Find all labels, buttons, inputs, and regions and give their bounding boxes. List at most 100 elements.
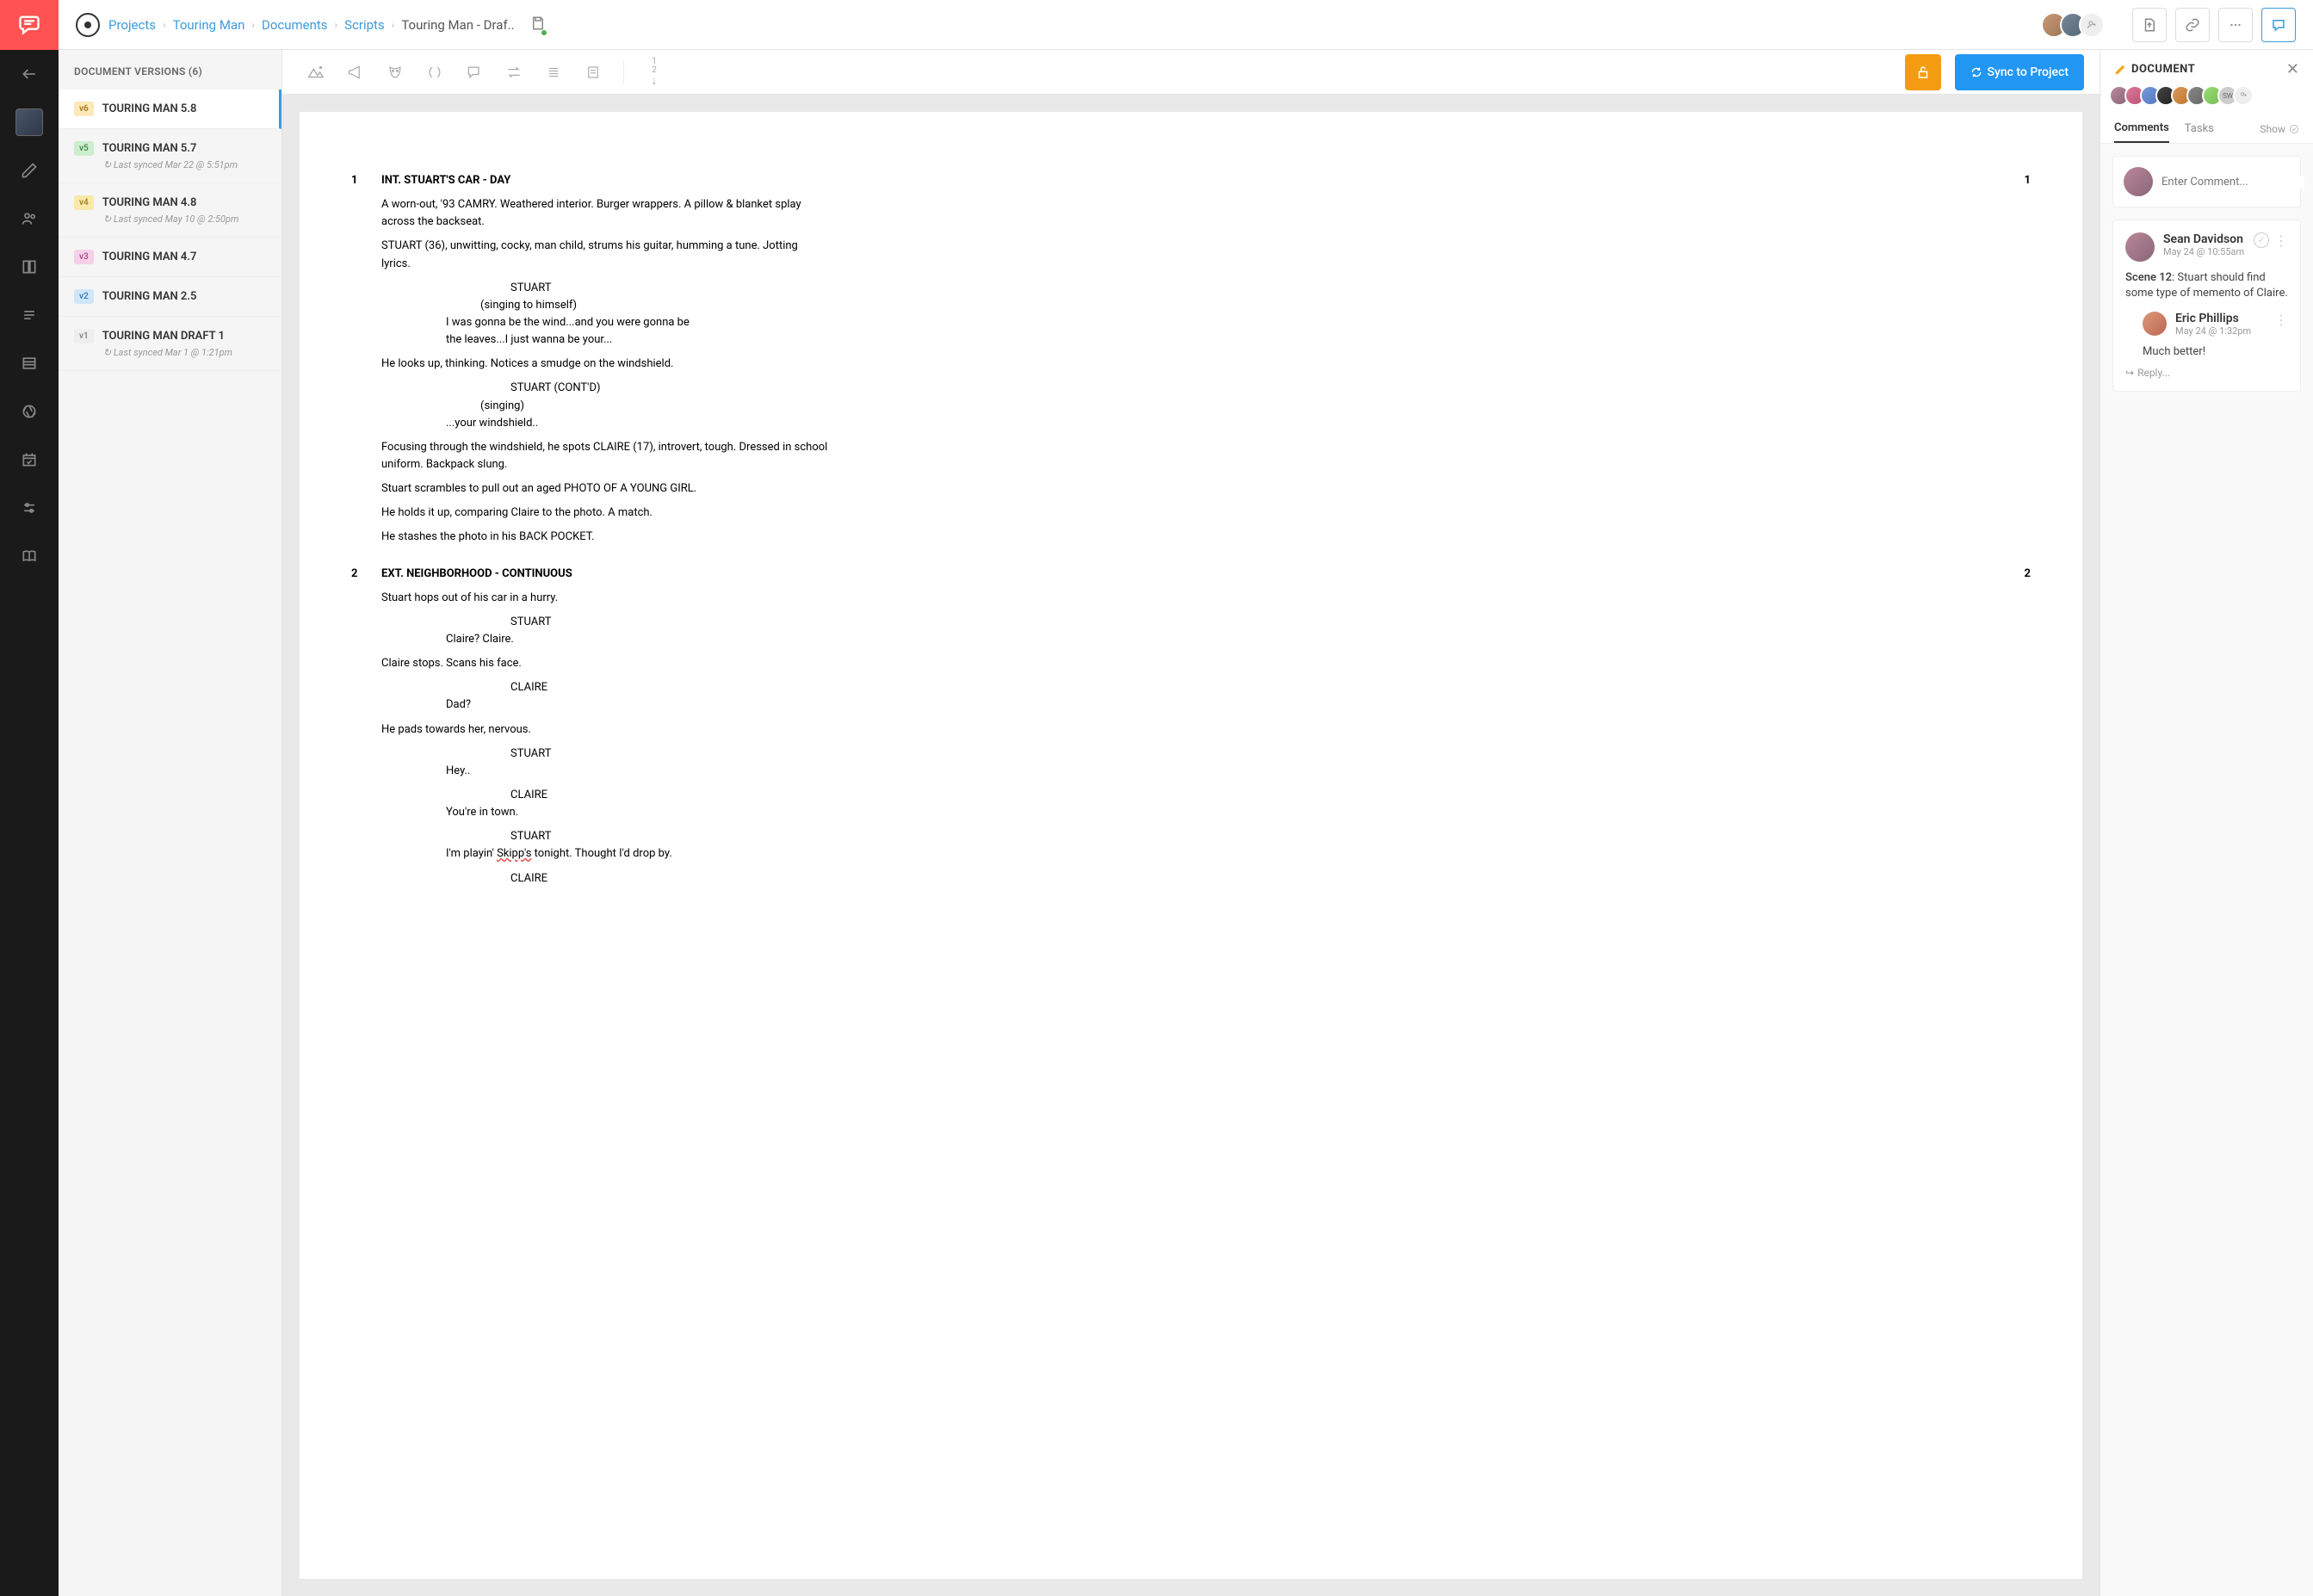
- version-badge: v3: [74, 250, 94, 264]
- scene-heading[interactable]: EXT. NEIGHBORHOOD - CONTINUOUS: [381, 566, 2013, 583]
- script-toolbar: 12 ↓ Sync to Project: [282, 50, 2100, 95]
- script-page[interactable]: 1 INT. STUART'S CAR - DAY 1 A worn-out, …: [300, 112, 2082, 1579]
- tab-tasks[interactable]: Tasks: [2185, 115, 2214, 142]
- version-item[interactable]: v1TOURING MAN DRAFT 1 ↻ Last synced Mar …: [59, 317, 281, 371]
- add-collaborator-icon[interactable]: [2079, 12, 2105, 38]
- team-icon[interactable]: [12, 201, 46, 236]
- comment-field[interactable]: [2161, 176, 2304, 189]
- resolve-icon[interactable]: ✓: [2254, 232, 2269, 248]
- action-text[interactable]: He looks up, thinking. Notices a smudge …: [381, 356, 829, 373]
- version-title: TOURING MAN 4.8: [102, 196, 197, 209]
- comments-panel-button[interactable]: [2261, 8, 2296, 42]
- avatar[interactable]: [2125, 232, 2155, 262]
- mask-icon[interactable]: [377, 57, 413, 88]
- parenthetical[interactable]: (singing to himself): [480, 297, 2031, 314]
- dialogue[interactable]: Dad?: [446, 696, 704, 714]
- note-icon[interactable]: [575, 57, 611, 88]
- megaphone-icon[interactable]: [337, 57, 374, 88]
- avatar: [2124, 167, 2153, 196]
- breadcrumb-scripts[interactable]: Scripts: [344, 17, 385, 33]
- dialogue[interactable]: You're in town.: [446, 804, 704, 821]
- sliders-icon[interactable]: [12, 491, 46, 525]
- close-icon[interactable]: ✕: [2286, 60, 2299, 78]
- pages-icon[interactable]: [12, 250, 46, 284]
- dialogue[interactable]: Hey..: [446, 763, 704, 780]
- panel-collaborators[interactable]: SW: [2100, 85, 2313, 114]
- scene-number: 2: [351, 566, 381, 583]
- save-status-icon[interactable]: [530, 15, 546, 34]
- comment-input[interactable]: [2112, 156, 2301, 207]
- action-text[interactable]: Claire stops. Scans his face.: [381, 655, 829, 672]
- breadcrumb-documents[interactable]: Documents: [262, 17, 328, 33]
- reply-author: Eric Phillips: [2175, 312, 2274, 325]
- character-name[interactable]: STUART: [510, 614, 2031, 631]
- link-button[interactable]: [2175, 8, 2210, 42]
- dialogue[interactable]: I'm playin' Skipp's tonight. Thought I'd…: [446, 845, 704, 863]
- action-text[interactable]: Stuart scrambles to pull out an aged PHO…: [381, 480, 829, 498]
- more-button[interactable]: [2218, 8, 2253, 42]
- more-icon[interactable]: ⋮: [2274, 232, 2288, 249]
- action-text[interactable]: Stuart hops out of his car in a hurry.: [381, 590, 829, 607]
- numbering-icon[interactable]: 12 ↓: [636, 57, 672, 88]
- reply-body: Much better!: [2143, 345, 2288, 358]
- back-icon[interactable]: [12, 57, 46, 91]
- parenthetical[interactable]: (singing): [480, 398, 2031, 415]
- version-badge: v4: [74, 195, 94, 210]
- edit-icon[interactable]: [12, 153, 46, 188]
- character-name[interactable]: CLAIRE: [510, 679, 2031, 696]
- parenthetical-icon[interactable]: [417, 57, 453, 88]
- show-filter[interactable]: Show: [2260, 123, 2299, 135]
- version-item[interactable]: v2TOURING MAN 2.5: [59, 277, 281, 317]
- image-icon[interactable]: [298, 57, 334, 88]
- version-item[interactable]: v3TOURING MAN 4.7: [59, 238, 281, 277]
- character-name[interactable]: STUART (CONT'D): [510, 380, 2031, 397]
- chevron-right-icon: ›: [335, 19, 338, 31]
- character-name[interactable]: CLAIRE: [510, 787, 2031, 804]
- character-name[interactable]: STUART: [510, 828, 2031, 845]
- tab-comments[interactable]: Comments: [2114, 114, 2169, 143]
- comment-body: Scene 12: Stuart should find some type o…: [2125, 270, 2288, 301]
- character-name[interactable]: STUART: [510, 745, 2031, 763]
- breadcrumb-current: Touring Man - Draf..: [401, 17, 514, 33]
- action-text[interactable]: Focusing through the windshield, he spot…: [381, 439, 829, 473]
- add-collaborator-icon[interactable]: [2233, 85, 2254, 106]
- project-logo-icon[interactable]: [76, 13, 100, 37]
- book-icon[interactable]: [12, 539, 46, 573]
- table-icon[interactable]: [12, 346, 46, 380]
- dialogue-icon[interactable]: [456, 57, 492, 88]
- lines-icon[interactable]: [535, 57, 572, 88]
- lock-button[interactable]: [1905, 54, 1941, 90]
- version-item[interactable]: v4 TOURING MAN 4.8 ↻ Last synced May 10 @…: [59, 183, 281, 238]
- project-thumbnail[interactable]: [15, 108, 43, 136]
- action-text[interactable]: A worn-out, '93 CAMRY. Weathered interio…: [381, 196, 829, 231]
- character-name[interactable]: CLAIRE: [510, 870, 2031, 888]
- reply-link[interactable]: ↪ Reply...: [2125, 367, 2288, 379]
- breadcrumb-project[interactable]: Touring Man: [173, 17, 245, 33]
- sync-button[interactable]: Sync to Project: [1955, 54, 2084, 90]
- export-button[interactable]: [2132, 8, 2167, 42]
- action-text[interactable]: STUART (36), unwitting, cocky, man child…: [381, 238, 829, 272]
- avatar[interactable]: [2143, 312, 2167, 336]
- scene-heading[interactable]: INT. STUART'S CAR - DAY: [381, 172, 2013, 189]
- list-icon[interactable]: [12, 298, 46, 332]
- transition-icon[interactable]: [496, 57, 532, 88]
- calendar-icon[interactable]: [12, 442, 46, 477]
- collaborator-avatars[interactable]: [2048, 12, 2105, 38]
- action-text[interactable]: He holds it up, comparing Claire to the …: [381, 504, 829, 522]
- script-area: 12 ↓ Sync to Project 1 INT. STUART'S CAR…: [282, 50, 2100, 1596]
- version-item[interactable]: v5TOURING MAN 5.7 ↻ Last synced Mar 22 @…: [59, 129, 281, 183]
- character-name[interactable]: STUART: [510, 280, 2031, 297]
- panel-title: DOCUMENT: [2114, 63, 2195, 76]
- version-badge: v2: [74, 289, 94, 304]
- action-text[interactable]: He stashes the photo in his BACK POCKET.: [381, 529, 829, 546]
- breadcrumb-projects[interactable]: Projects: [108, 17, 156, 33]
- dialogue[interactable]: Claire? Claire.: [446, 631, 704, 648]
- version-item[interactable]: v6TOURING MAN 5.8: [59, 90, 281, 129]
- dialogue[interactable]: I was gonna be the wind...and you were g…: [446, 314, 704, 349]
- dialogue[interactable]: ...your windshield..: [446, 415, 704, 432]
- version-meta: ↻ Last synced May 10 @ 2:50pm: [103, 213, 266, 225]
- app-logo[interactable]: [0, 0, 59, 50]
- more-icon[interactable]: ⋮: [2274, 312, 2288, 328]
- action-text[interactable]: He pads towards her, nervous.: [381, 721, 829, 739]
- aperture-icon[interactable]: [12, 394, 46, 429]
